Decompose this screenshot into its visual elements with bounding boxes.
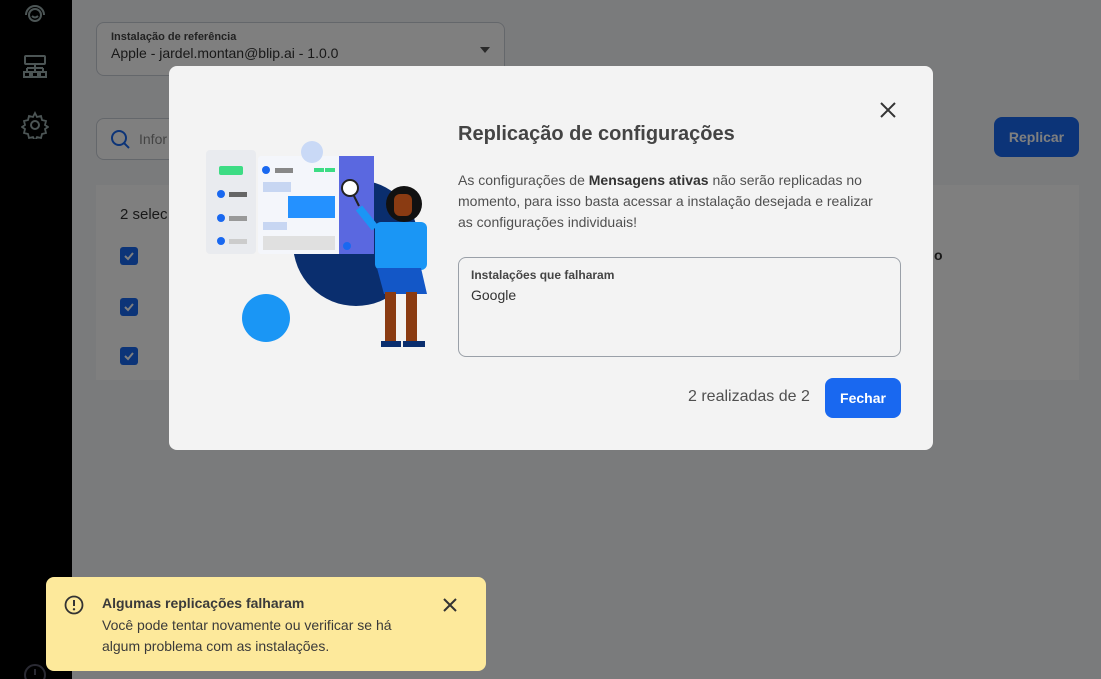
alert-circle-icon	[64, 595, 84, 615]
toast-close-button[interactable]	[441, 596, 459, 614]
failed-installations-value: Google	[471, 287, 517, 303]
close-icon	[880, 102, 896, 118]
close-modal-button[interactable]: Fechar	[825, 378, 901, 418]
failed-installations-field[interactable]: Instalações que falharam Google	[458, 257, 901, 357]
replication-progress: 2 realizadas de 2	[688, 388, 810, 405]
replication-modal: Replicação de configurações As configura…	[169, 66, 933, 450]
failed-installations-label: Instalações que falharam	[471, 268, 615, 282]
warning-toast: Algumas replicações falharam Você pode t…	[46, 577, 486, 671]
toast-title: Algumas replicações falharam	[102, 595, 305, 611]
modal-description: As configurações de Mensagens ativas não…	[458, 170, 878, 233]
close-icon	[443, 598, 457, 612]
toast-message: Você pode tentar novamente ou verificar …	[102, 617, 392, 654]
modal-title: Replicação de configurações	[458, 123, 735, 145]
description-prefix: As configurações de	[458, 172, 589, 188]
replication-illustration	[206, 141, 427, 347]
modal-close-button[interactable]	[877, 99, 899, 121]
description-bold: Mensagens ativas	[588, 172, 709, 188]
